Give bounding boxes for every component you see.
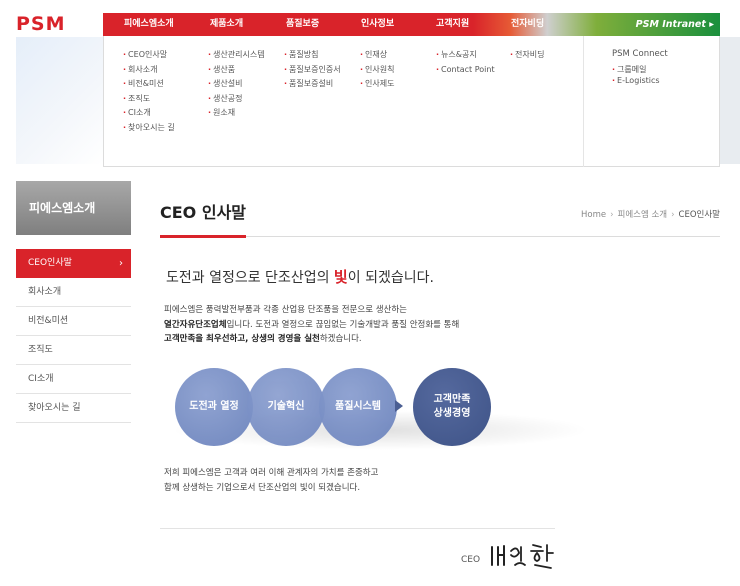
title-accent-bar [160,235,246,238]
sidebar-item-label: 찾아오시는 길 [28,403,81,413]
mega-link[interactable]: CI소개 [123,106,175,121]
psm-connect-link[interactable]: 그룹메일 [612,64,660,75]
result-circle-text: 고객만족 상생경영 [434,393,471,421]
nav-item-support[interactable]: 고객지원 [436,13,469,36]
arrow-right-icon [395,400,403,412]
sidebar-item-label: CI소개 [28,374,54,384]
mega-link[interactable]: 원소재 [208,106,265,121]
breadcrumb-separator-icon: › [671,210,675,220]
intro-bold: 열간자유단조업체 [164,319,227,330]
mega-link[interactable]: 생산공정 [208,92,265,107]
sidebar-item-label: 조직도 [28,345,53,355]
breadcrumb-home[interactable]: Home [581,210,606,220]
sidebar-item-org-chart[interactable]: 조직도 [16,336,131,365]
mega-link[interactable]: 품질보증인증서 [284,63,341,78]
signature-divider [160,528,555,529]
value-circle-quality: 품질시스템 [319,368,397,446]
nav-item-quality[interactable]: 품질보증 [286,13,319,36]
header-visual-right [720,37,740,164]
mega-link[interactable]: 품질보증설비 [284,77,341,92]
intro-line: 피에스엠은 풍력발전부품과 각종 산업용 단조품을 전문으로 생산하는 [164,305,407,315]
mega-column-hr: 인재상 인사원칙 인사제도 [360,48,395,92]
mega-column-company: CEO인사말 회사소개 비전&미션 조직도 CI소개 찾아오시는 길 [123,48,175,135]
headline-text: 도전과 열정으로 단조산업의 [166,270,334,286]
sidebar-item-vision[interactable]: 비전&미션 [16,307,131,336]
intro-text: 입니다. 도전과 열정으로 끊임없는 기술개발과 품질 안정화를 통해 [226,319,460,330]
nav-item-hr[interactable]: 인사정보 [361,13,394,36]
nav-item-company[interactable]: 피에스엠소개 [124,13,174,36]
mega-link[interactable]: 전자비딩 [510,48,544,63]
breadcrumb-section[interactable]: 피에스엠 소개 [618,210,668,220]
headline-highlight: 빛 [333,268,348,286]
result-line: 고객만족 [433,394,471,405]
mega-link[interactable]: 인재상 [360,48,395,63]
mega-link[interactable]: 생산품 [208,63,265,78]
closing-line: 함께 상생하는 기업으로서 단조산업의 빛이 되겠습니다. [164,482,361,493]
header-visual [16,37,103,164]
psm-connect-link[interactable]: E-Logistics [612,75,660,86]
mega-link[interactable]: 찾아오시는 길 [123,121,175,136]
value-circle-innovation: 기술혁신 [247,368,325,446]
chevron-right-icon: › [119,258,123,269]
breadcrumb-separator-icon: › [610,210,614,220]
breadcrumb: Home › 피에스엠 소개 › CEO인사말 [581,208,720,220]
psm-intranet-link[interactable]: PSM Intranet ▸ [636,13,714,36]
sidebar-item-ceo-greeting[interactable]: CEO인사말 › [16,249,131,278]
mega-column-quality: 품질방침 품질보증인증서 품질보증설비 [284,48,341,92]
intro-text: 하겠습니다. [319,334,362,344]
mega-link[interactable]: 비전&미션 [123,77,175,92]
mega-link[interactable]: 뉴스&공지 [436,48,495,63]
mega-link[interactable]: Contact Point [436,63,495,78]
result-line: 상생경영 [433,408,471,419]
sidebar-title: 피에스엠소개 [16,181,131,235]
psm-connect-list: 그룹메일 E-Logistics [612,64,660,86]
intro-line: 열간자유단조업체입니다. 도전과 열정으로 끊임없는 기술개발과 품질 안정화를… [164,318,544,333]
mega-menu-dropdown: CEO인사말 회사소개 비전&미션 조직도 CI소개 찾아오시는 길 생산관리시… [103,36,720,167]
mega-column-support: 뉴스&공지 Contact Point [436,48,495,77]
intro-bold: 고객만족을 최우선하고, 상생의 경영을 실천 [164,334,320,344]
sidebar-menu: CEO인사말 › 회사소개 비전&미션 조직도 CI소개 찾아오시는 길 [16,249,131,423]
ceo-label: CEO [461,555,481,565]
closing-line: 저희 피에스엠은 고객과 여러 이해 관계자의 가치를 존중하고 [164,468,379,478]
closing-paragraph: 저희 피에스엠은 고객과 여러 이해 관계자의 가치를 존중하고 함께 상생하는… [164,466,544,495]
psm-logo[interactable]: PSM [16,13,66,35]
mega-link[interactable]: 조직도 [123,92,175,107]
value-circle-challenge: 도전과 열정 [175,368,253,446]
psm-connect-title: PSM Connect [612,49,668,59]
headline: 도전과 열정으로 단조산업의 빛이 되겠습니다. [166,266,434,287]
mega-link[interactable]: CEO인사말 [123,48,175,63]
top-navigation: 피에스엠소개 제품소개 품질보증 인사정보 고객지원 전자비딩 PSM Intr… [103,13,720,36]
mega-link[interactable]: 회사소개 [123,63,175,78]
page-title: CEO 인사말 [160,203,247,222]
mega-link[interactable]: 인사제도 [360,77,394,92]
sidebar-item-label: 비전&미션 [28,316,69,326]
sidebar-item-ci[interactable]: CI소개 [16,365,131,394]
mega-link[interactable]: 인사원칙 [360,63,394,78]
mega-column-bidding: 전자비딩 [510,48,544,63]
sidebar-item-location[interactable]: 찾아오시는 길 [16,394,131,423]
headline-text: 이 되겠습니다. [347,270,434,286]
mega-divider [583,36,584,167]
breadcrumb-current: CEO인사말 [678,210,720,220]
mega-link[interactable]: 생산관리시스템 [208,48,265,63]
result-circle: 고객만족 상생경영 [413,368,491,446]
ceo-signature [491,544,554,569]
sidebar-item-label: CEO인사말 [28,258,72,268]
sidebar-item-label: 회사소개 [28,287,62,297]
nav-item-bidding[interactable]: 전자비딩 [511,13,544,36]
sidebar-item-company-intro[interactable]: 회사소개 [16,278,131,307]
mega-column-products: 생산관리시스템 생산품 생산설비 생산공정 원소재 [208,48,265,121]
intro-line: 고객만족을 최우선하고, 상생의 경영을 실천하겠습니다. [164,332,544,347]
nav-item-products[interactable]: 제품소개 [210,13,243,36]
mega-link[interactable]: 품질방침 [284,48,341,63]
intro-paragraph: 피에스엠은 풍력발전부품과 각종 산업용 단조품을 전문으로 생산하는 열간자유… [164,303,544,347]
mega-link[interactable]: 생산설비 [208,77,265,92]
